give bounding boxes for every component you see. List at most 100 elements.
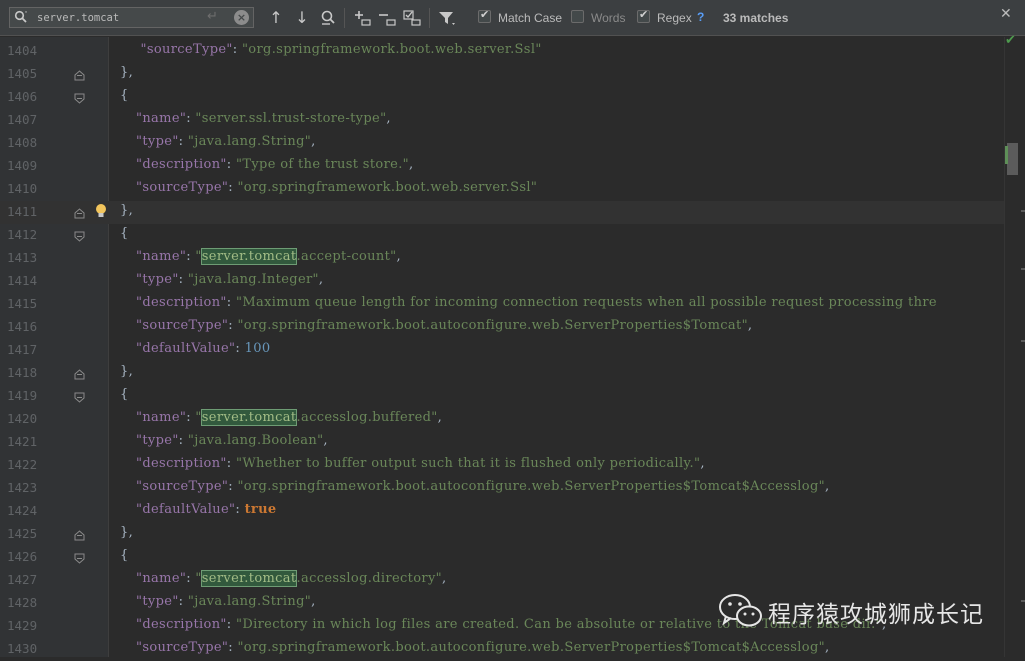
words-label[interactable]: Words [591, 11, 625, 25]
code-line[interactable]: 1405}, [0, 63, 1025, 86]
line-number: 1425 [7, 526, 38, 541]
code-line[interactable]: 1418}, [0, 362, 1025, 385]
line-number: 1416 [7, 319, 38, 334]
code-text[interactable]: "defaultValue": true [120, 502, 277, 517]
close-icon[interactable]: ✕ [1000, 6, 1012, 22]
code-text[interactable]: { [120, 88, 129, 103]
code-line[interactable]: 1406 { [0, 86, 1025, 109]
code-text[interactable]: }, [120, 525, 133, 540]
line-number: 1420 [7, 411, 38, 426]
regex-help-link[interactable]: ? [697, 10, 704, 24]
code-text[interactable]: "name": "server.tomcat.accesslog.directo… [120, 570, 447, 587]
wechat-icon [719, 594, 762, 627]
code-text[interactable]: "type": "java.lang.Integer", [120, 272, 323, 287]
code-line[interactable]: 1407 "name": "server.ssl.trust-store-type… [0, 109, 1025, 132]
search-input[interactable] [37, 9, 207, 26]
search-icon[interactable] [14, 10, 28, 24]
code-line[interactable]: 1430 "sourceType": "org.springframework.b… [0, 638, 1025, 661]
select-all-occurrences-icon[interactable] [402, 8, 422, 28]
line-number: 1405 [7, 66, 38, 81]
code-text[interactable]: "sourceType": "org.springframework.boot.… [120, 479, 829, 494]
line-number: 1404 [7, 43, 38, 58]
fold-start-icon[interactable] [74, 553, 85, 564]
code-text[interactable]: "type": "java.lang.String", [120, 594, 316, 609]
code-text[interactable]: "sourceType": "org.springframework.boot.… [120, 640, 829, 655]
code-text[interactable]: "name": "server.tomcat.accept-count", [120, 248, 401, 265]
lightbulb-icon[interactable] [94, 202, 108, 220]
find-bar: ↵ × ↑ ↓ Match Case Words Regex ? 33 matc… [0, 0, 1025, 36]
scroll-marker [1021, 600, 1025, 602]
code-line[interactable]: 1412 { [0, 224, 1025, 247]
code-text[interactable]: { [120, 387, 129, 402]
code-line[interactable]: 1422 "description": "Whether to buffer ou… [0, 454, 1025, 477]
add-occurrence-icon[interactable] [352, 8, 372, 28]
words-checkbox[interactable] [571, 10, 584, 23]
code-line[interactable]: 1409 "description": "Type of the trust st… [0, 155, 1025, 178]
line-number: 1411 [7, 204, 38, 219]
code-text[interactable]: "description": "Whether to buffer output… [120, 456, 705, 471]
code-text[interactable]: "sourceType": "org.springframework.boot.… [120, 42, 542, 57]
code-line[interactable]: 1411}, [0, 201, 1025, 224]
match-case-label[interactable]: Match Case [498, 11, 562, 25]
code-line[interactable]: 1417 "defaultValue": 100 [0, 339, 1025, 362]
line-number: 1409 [7, 158, 38, 173]
code-line[interactable]: 1419 { [0, 385, 1025, 408]
clear-search-icon[interactable]: × [234, 10, 249, 25]
code-line[interactable]: 1410 "sourceType": "org.springframework.b… [0, 178, 1025, 201]
fold-start-icon[interactable] [74, 392, 85, 403]
code-line[interactable]: 1424 "defaultValue": true [0, 500, 1025, 523]
fold-end-icon[interactable] [74, 369, 85, 380]
code-line[interactable]: 1427 "name": "server.tomcat.accesslog.dir… [0, 569, 1025, 592]
code-line[interactable]: 1426 { [0, 546, 1025, 569]
watermark-text: 程序猿攻城狮成长记 [768, 602, 984, 628]
code-line[interactable]: 1408 "type": "java.lang.String", [0, 132, 1025, 155]
code-text[interactable]: "name": "server.ssl.trust-store-type", [120, 111, 391, 126]
code-text[interactable]: "name": "server.tomcat.accesslog.buffere… [120, 409, 442, 426]
code-text[interactable]: { [120, 226, 129, 241]
code-line[interactable]: 1425}, [0, 523, 1025, 546]
arrow-down-icon[interactable]: ↓ [292, 8, 312, 28]
code-line[interactable]: 1421 "type": "java.lang.Boolean", [0, 431, 1025, 454]
code-line[interactable]: 1404 "sourceType": "org.springframework.… [0, 40, 1025, 63]
code-text[interactable]: "type": "java.lang.String", [120, 134, 316, 149]
code-text[interactable]: }, [120, 65, 133, 80]
code-text[interactable]: "description": "Type of the trust store.… [120, 157, 413, 172]
scrollbar-thumb[interactable] [1005, 143, 1018, 175]
code-text[interactable]: "defaultValue": 100 [120, 341, 270, 356]
find-all-icon[interactable] [318, 8, 338, 28]
code-text[interactable]: { [120, 548, 129, 563]
fold-end-icon[interactable] [74, 530, 85, 541]
code-line[interactable]: 1414 "type": "java.lang.Integer", [0, 270, 1025, 293]
line-number: 1414 [7, 273, 38, 288]
search-box[interactable]: ↵ × [9, 7, 254, 28]
editor-scrollbar[interactable] [1004, 37, 1025, 657]
code-text[interactable]: "description": "Maximum queue length for… [120, 295, 937, 310]
arrow-up-icon[interactable]: ↑ [266, 8, 286, 28]
line-number: 1412 [7, 227, 38, 242]
regex-label[interactable]: Regex [657, 11, 692, 25]
line-number: 1410 [7, 181, 38, 196]
code-text[interactable]: }, [120, 364, 133, 379]
code-text[interactable]: "sourceType": "org.springframework.boot.… [120, 318, 752, 333]
code-text[interactable]: "sourceType": "org.springframework.boot.… [120, 180, 537, 195]
fold-end-icon[interactable] [74, 208, 85, 219]
line-number: 1419 [7, 388, 38, 403]
code-line[interactable]: 1415 "description": "Maximum queue length… [0, 293, 1025, 316]
code-line[interactable]: 1420 "name": "server.tomcat.accesslog.buf… [0, 408, 1025, 431]
toolbar-separator [344, 8, 345, 28]
match-case-checkbox[interactable] [478, 8, 491, 23]
fold-end-icon[interactable] [74, 70, 85, 81]
scroll-marker [1021, 268, 1025, 270]
code-line[interactable]: 1416 "sourceType": "org.springframework.b… [0, 316, 1025, 339]
code-text[interactable]: "type": "java.lang.Boolean", [120, 433, 328, 448]
line-number: 1406 [7, 89, 38, 104]
remove-occurrence-icon[interactable] [377, 8, 397, 28]
regex-checkbox[interactable] [637, 8, 650, 23]
fold-start-icon[interactable] [74, 93, 85, 104]
code-line[interactable]: 1413 "name": "server.tomcat.accept-count"… [0, 247, 1025, 270]
fold-start-icon[interactable] [74, 231, 85, 242]
code-text[interactable]: }, [120, 203, 133, 218]
code-line[interactable]: 1423 "sourceType": "org.springframework.b… [0, 477, 1025, 500]
filter-icon[interactable] [437, 8, 457, 28]
line-number: 1426 [7, 549, 38, 564]
